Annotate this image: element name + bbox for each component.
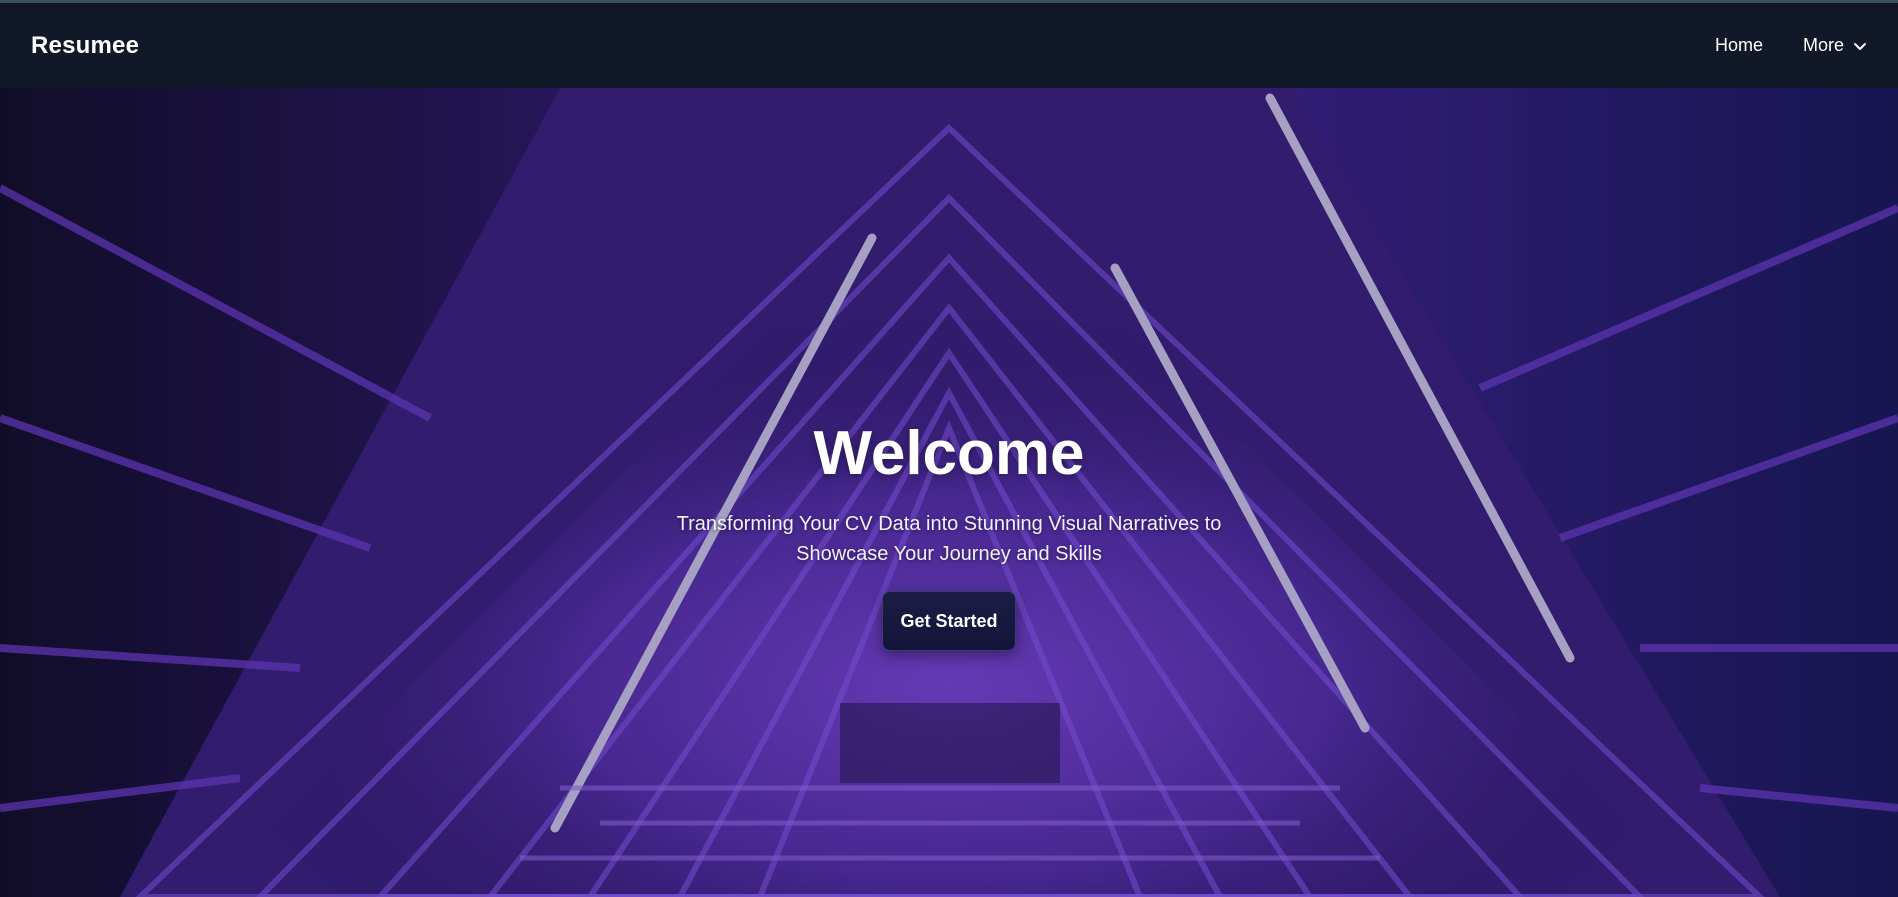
nav-home-link[interactable]: Home bbox=[1715, 35, 1763, 56]
chevron-down-icon bbox=[1854, 42, 1866, 50]
hero-content: Welcome Transforming Your CV Data into S… bbox=[0, 88, 1898, 897]
hero-title: Welcome bbox=[813, 419, 1085, 488]
nav-more-dropdown[interactable]: More bbox=[1803, 35, 1868, 56]
nav-home-label: Home bbox=[1714, 35, 1763, 55]
brand-logo[interactable]: Resumee bbox=[31, 32, 139, 60]
nav-more-label: More bbox=[1802, 35, 1844, 55]
hero-subtitle: Transforming Your CV Data into Stunning … bbox=[676, 513, 1222, 565]
navbar: Resumee Home More bbox=[0, 3, 1898, 88]
hero-section: Welcome Transforming Your CV Data into S… bbox=[0, 88, 1898, 897]
get-started-button[interactable]: Get Started bbox=[882, 591, 1016, 651]
nav-links: Home More bbox=[1715, 35, 1868, 56]
